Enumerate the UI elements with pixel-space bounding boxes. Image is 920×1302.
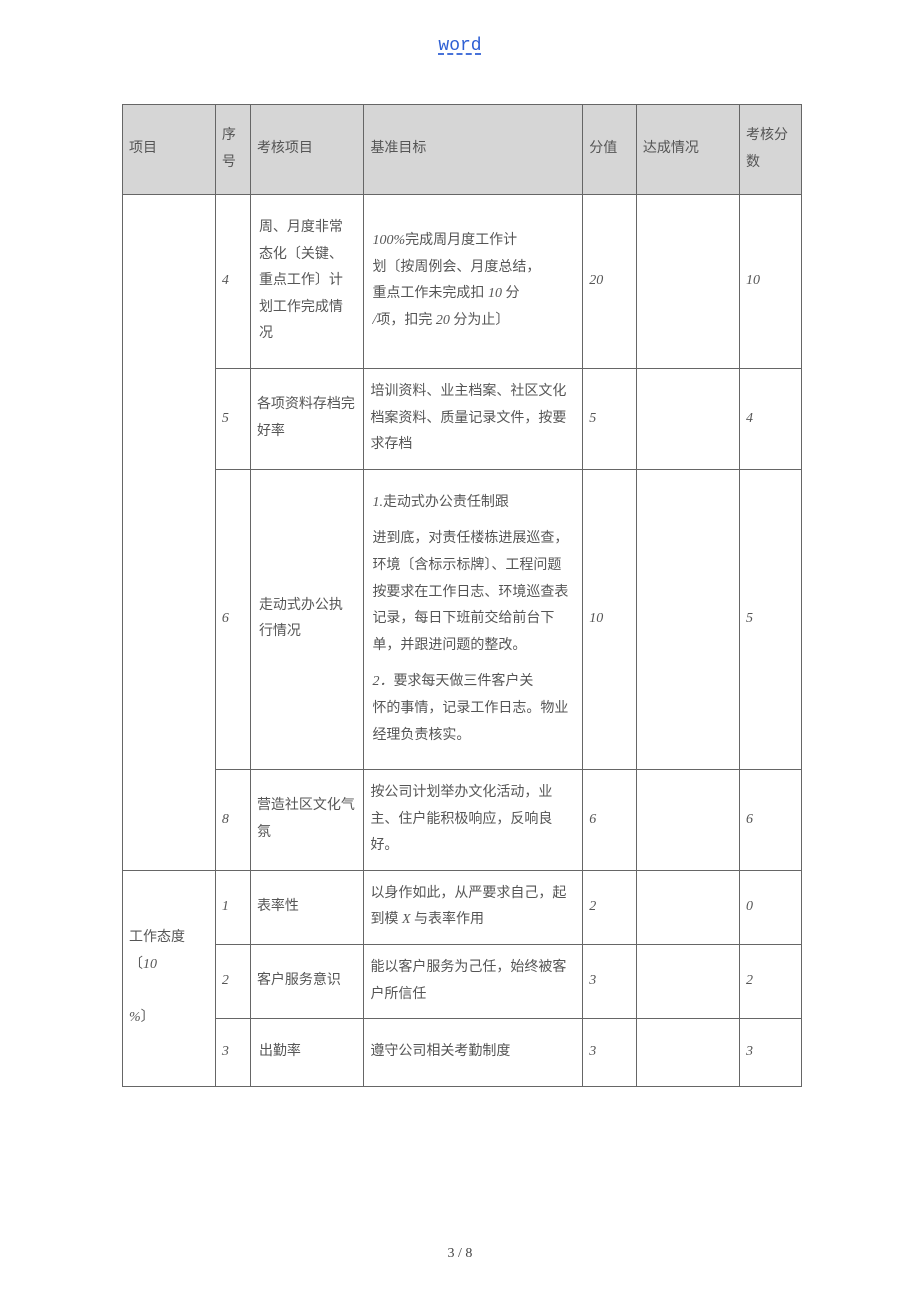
cell-no: 3 [215,1019,250,1087]
txt: X [402,912,411,927]
cell-assess: 10 [740,195,802,369]
cell-assess: 3 [740,1019,802,1087]
cell-item: 表率性 [250,870,364,944]
cell-reach [636,945,739,1019]
table-header-row: 项目 序号 考核项目 基准目标 分值 达成情况 考核分数 [123,105,802,195]
txt: 重点工作未完成扣 [372,286,488,301]
cell-assess: 4 [740,368,802,469]
txt: 走动式办公责任制跟 [383,495,509,510]
th-reach: 达成情况 [636,105,739,195]
cell-reach [636,1019,739,1087]
txt: 与表率作用 [411,912,485,927]
cell-assess: 2 [740,945,802,1019]
cell-standard: 按公司计划举办文化活动，业主、住户能积极响应，反响良好。 [364,770,583,871]
cell-no: 4 [215,195,250,369]
cell-standard: 1.走动式办公责任制跟 进到底，对责任楼栋进展巡查，环境〔含标示标牌〕、工程问题… [364,469,583,769]
txt: 划〔按周例会、月度总结， [372,260,540,275]
table-row: 工作态度〔10 %〕 1 表率性 以身作如此，从严要求自己，起到模 X 与表率作… [123,870,802,944]
txt: 〕 [141,1010,155,1025]
cell-reach [636,870,739,944]
cell-score: 5 [583,368,637,469]
th-item: 考核项目 [250,105,364,195]
table-row: 2 客户服务意识 能以客户服务为己任，始终被客户所信任 3 2 [123,945,802,1019]
th-project: 项目 [123,105,216,195]
cell-reach [636,469,739,769]
cell-score: 6 [583,770,637,871]
table-row: 4 周、月度非常态化〔关键、重点工作〕计划工作完成情况 100%完成周月度工作计… [123,195,802,369]
cell-no: 6 [215,469,250,769]
cell-score: 3 [583,945,637,1019]
assessment-table: 项目 序号 考核项目 基准目标 分值 达成情况 考核分数 4 周、月度非常态化〔… [122,104,802,1087]
txt: 分 [502,286,520,301]
txt: 100% [372,233,405,248]
cell-standard: 培训资料、业主档案、社区文化档案资料、质量记录文件，按要求存档 [364,368,583,469]
th-assess: 考核分数 [740,105,802,195]
page-number: 3 / 8 [0,1246,920,1262]
cell-assess: 0 [740,870,802,944]
cell-assess: 6 [740,770,802,871]
cell-score: 3 [583,1019,637,1087]
txt: 项，扣完 [376,313,436,328]
txt: 10 [488,286,502,301]
cell-project: 工作态度〔10 %〕 [123,870,216,1086]
cell-no: 8 [215,770,250,871]
cell-reach [636,770,739,871]
cell-item: 营造社区文化气氛 [250,770,364,871]
table-row: 5 各项资料存档完好率 培训资料、业主档案、社区文化档案资料、质量记录文件，按要… [123,368,802,469]
cell-no: 2 [215,945,250,1019]
cell-score: 2 [583,870,637,944]
cell-project [123,195,216,871]
header-link[interactable]: word [0,36,920,56]
th-score: 分值 [583,105,637,195]
txt: 10 [143,957,157,972]
txt: 进到底，对责任楼栋进展巡查，环境〔含标示标牌〕、工程问题按要求在工作日志、环境巡… [372,526,574,659]
cell-score: 20 [583,195,637,369]
th-standard: 基准目标 [364,105,583,195]
cell-standard: 100%完成周月度工作计 划〔按周例会、月度总结， 重点工作未完成扣 10 分 … [364,195,583,369]
txt: 分为止〕 [450,313,510,328]
cell-no: 5 [215,368,250,469]
txt: 1. [372,495,383,510]
cell-reach [636,195,739,369]
cell-item: 周、月度非常态化〔关键、重点工作〕计划工作完成情况 [250,195,364,369]
txt: 要求每天做三件客户关 [393,674,533,689]
table-row: 6 走动式办公执行情况 1.走动式办公责任制跟 进到底，对责任楼栋进展巡查，环境… [123,469,802,769]
cell-item: 客户服务意识 [250,945,364,1019]
cell-score: 10 [583,469,637,769]
txt: 工作态度〔 [129,930,185,972]
txt: 完成周月度工作计 [405,233,517,248]
cell-item: 出勤率 [250,1019,364,1087]
cell-no: 1 [215,870,250,944]
cell-assess: 5 [740,469,802,769]
txt: 20 [436,313,450,328]
txt: % [129,1010,141,1025]
cell-standard: 以身作如此，从严要求自己，起到模 X 与表率作用 [364,870,583,944]
txt: 2． [372,674,393,689]
cell-standard: 遵守公司相关考勤制度 [364,1019,583,1087]
table-row: 3 出勤率 遵守公司相关考勤制度 3 3 [123,1019,802,1087]
cell-item: 各项资料存档完好率 [250,368,364,469]
cell-standard: 能以客户服务为己任，始终被客户所信任 [364,945,583,1019]
table-row: 8 营造社区文化气氛 按公司计划举办文化活动，业主、住户能积极响应，反响良好。 … [123,770,802,871]
txt: 怀的事情，记录工作日志。物业经理负责核实。 [372,696,574,749]
cell-reach [636,368,739,469]
th-no: 序号 [215,105,250,195]
cell-item: 走动式办公执行情况 [250,469,364,769]
